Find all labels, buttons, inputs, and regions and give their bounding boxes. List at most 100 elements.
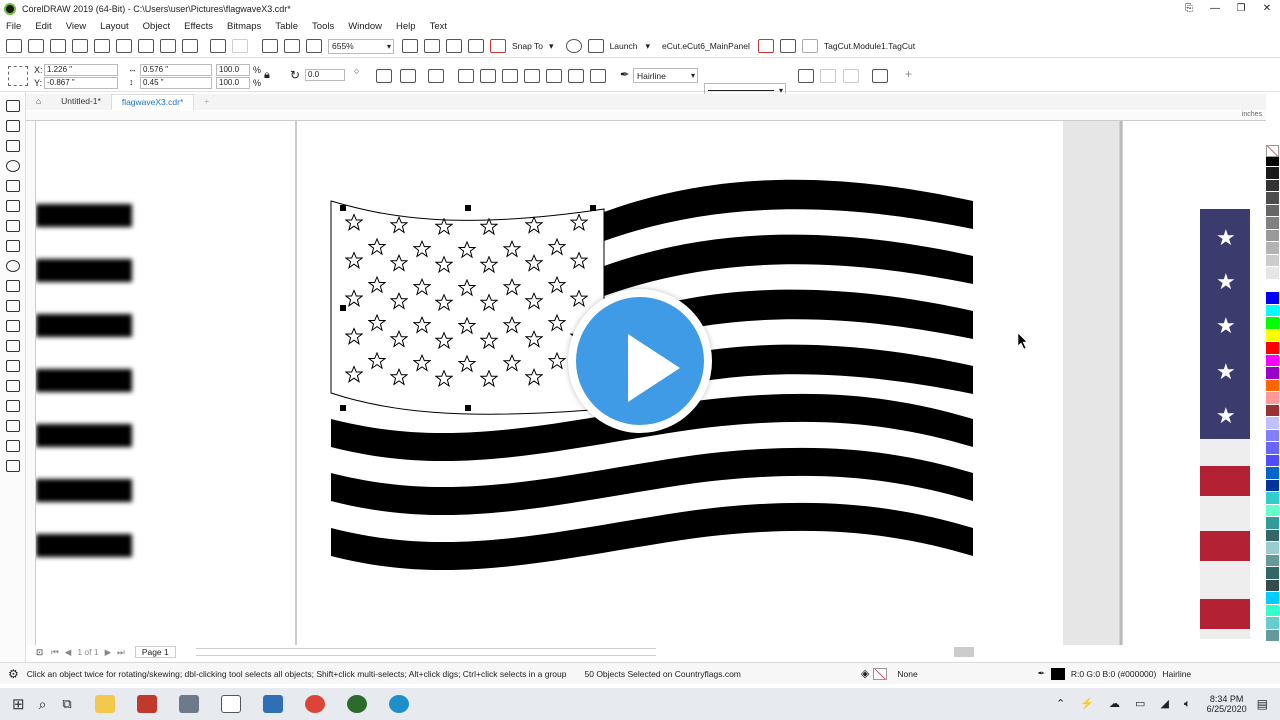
- palette-swatch[interactable]: [1266, 167, 1279, 180]
- palette-swatch[interactable]: [1266, 304, 1279, 317]
- text-tool-icon[interactable]: [5, 300, 20, 312]
- blend-tool-icon[interactable]: [5, 360, 20, 372]
- palette-swatch[interactable]: [1266, 454, 1279, 467]
- cloud-upload-icon[interactable]: [94, 39, 110, 53]
- status-gear-icon[interactable]: ⚙: [8, 667, 19, 681]
- palette-swatch[interactable]: [1266, 504, 1279, 517]
- palette-swatch[interactable]: [1266, 567, 1279, 580]
- zoom-level-select[interactable]: 655%: [328, 38, 394, 54]
- launch-label[interactable]: Launch: [610, 41, 638, 51]
- polygon-tool-icon[interactable]: [5, 280, 20, 292]
- print-icon[interactable]: [116, 39, 132, 53]
- scale-width-input[interactable]: 100.0: [216, 64, 250, 76]
- palette-swatch[interactable]: [1266, 554, 1279, 567]
- eyedropper-tool-icon[interactable]: [5, 400, 20, 412]
- connector-tool-icon[interactable]: [5, 340, 20, 352]
- tab-untitled-1[interactable]: Untitled-1*: [51, 94, 111, 110]
- mirror-horizontal-icon[interactable]: [376, 69, 392, 83]
- clock[interactable]: 8:34 PM 6/25/2020: [1207, 694, 1247, 714]
- ecut-panel-button[interactable]: eCut.eCut6_MainPanel: [662, 41, 750, 51]
- palette-swatch[interactable]: [1266, 417, 1279, 430]
- minimize-button[interactable]: —: [1202, 0, 1228, 18]
- snap-dropdown-icon[interactable]: ▾: [549, 41, 554, 52]
- windows-start-icon[interactable]: ⊞: [12, 695, 25, 713]
- menu-tools[interactable]: Tools: [312, 21, 334, 32]
- palette-swatch[interactable]: [1266, 204, 1279, 217]
- create-boundary-icon[interactable]: [590, 69, 606, 83]
- palette-swatch[interactable]: [1266, 329, 1279, 342]
- menu-text[interactable]: Text: [430, 21, 447, 32]
- palette-swatch[interactable]: [1266, 229, 1279, 242]
- palette-swatch[interactable]: [1266, 517, 1279, 530]
- width-input[interactable]: 0.576 ": [140, 64, 212, 76]
- palette-swatch[interactable]: [1266, 479, 1279, 492]
- last-page-icon[interactable]: ⏭: [117, 647, 125, 658]
- palette-swatch[interactable]: [1266, 279, 1279, 292]
- palette-swatch[interactable]: [1266, 592, 1279, 605]
- palette-swatch[interactable]: [1266, 404, 1279, 417]
- palette-swatch[interactable]: [1266, 542, 1279, 555]
- open-folder-icon[interactable]: [28, 39, 44, 53]
- menu-help[interactable]: Help: [396, 21, 416, 32]
- mirror-vertical-icon[interactable]: [400, 69, 416, 83]
- horizontal-scroll-thumb[interactable]: [954, 647, 974, 657]
- outline-width-select[interactable]: Hairline: [633, 68, 698, 83]
- system-tray-icons[interactable]: ⌃ ⚡ ☁ ▭ ◢ 🔈︎: [1056, 697, 1197, 711]
- app-cloud-icon[interactable]: [178, 695, 199, 713]
- tagcut-button[interactable]: TagCut.Module1.TagCut: [824, 41, 915, 51]
- palette-swatch[interactable]: [1266, 579, 1279, 592]
- video-play-button[interactable]: [568, 289, 712, 433]
- zoom-tool-icon[interactable]: [5, 160, 20, 172]
- horizontal-ruler[interactable]: inches: [26, 111, 1266, 121]
- palette-swatch[interactable]: [1266, 254, 1279, 267]
- app-s-icon[interactable]: [136, 695, 157, 713]
- app-blue-icon[interactable]: [262, 695, 283, 713]
- search-icon[interactable]: ⌕: [39, 696, 47, 713]
- save-icon[interactable]: [50, 39, 66, 53]
- interactive-fill-tool-icon[interactable]: [5, 420, 20, 432]
- palette-swatch[interactable]: [1266, 242, 1279, 255]
- menu-layout[interactable]: Layout: [100, 21, 129, 32]
- full-screen-icon[interactable]: [424, 39, 440, 53]
- bezier-tool-icon[interactable]: [5, 220, 20, 232]
- maximize-button[interactable]: ❐: [1228, 0, 1254, 18]
- palette-swatch[interactable]: [1266, 179, 1279, 192]
- wrap-text-icon[interactable]: [798, 69, 814, 83]
- show-guides-icon[interactable]: [468, 39, 484, 53]
- cloud-download-icon[interactable]: [72, 39, 88, 53]
- menu-object[interactable]: Object: [143, 21, 170, 32]
- simplify-icon[interactable]: [524, 69, 540, 83]
- table-icon[interactable]: [779, 39, 796, 53]
- task-view-icon[interactable]: ⧉: [62, 696, 71, 712]
- import-icon[interactable]: [262, 39, 278, 53]
- palette-swatch[interactable]: [1266, 354, 1279, 367]
- x-position-input[interactable]: 1.226 ": [44, 64, 118, 76]
- crop-tool-icon[interactable]: [5, 140, 20, 152]
- convert-to-curves-icon[interactable]: [820, 69, 836, 83]
- export-icon[interactable]: [284, 39, 300, 53]
- smart-fill-tool-icon[interactable]: [5, 440, 20, 452]
- back-minus-front-icon[interactable]: [568, 69, 584, 83]
- freehand-tool-icon[interactable]: [5, 180, 20, 192]
- pick-tool-icon[interactable]: [5, 100, 20, 112]
- prev-page-icon[interactable]: ◀: [65, 647, 72, 658]
- next-page-icon[interactable]: ▶: [105, 647, 112, 658]
- ellipse-tool-icon[interactable]: [5, 260, 20, 272]
- palette-swatch[interactable]: [1266, 192, 1279, 205]
- menu-file[interactable]: File: [6, 21, 21, 32]
- palette-swatch[interactable]: [1266, 379, 1279, 392]
- reference-point-icon[interactable]: [8, 66, 28, 86]
- no-color-swatch[interactable]: [1266, 145, 1279, 157]
- add-toolbar-icon[interactable]: +: [905, 67, 912, 81]
- palette-swatch[interactable]: [1266, 342, 1279, 355]
- trim-icon[interactable]: [480, 69, 496, 83]
- macro-module-icon[interactable]: [801, 39, 818, 53]
- rectangle-tool-icon[interactable]: [5, 240, 20, 252]
- palette-swatch[interactable]: [1266, 392, 1279, 405]
- home-tab-icon[interactable]: ⌂: [26, 94, 51, 110]
- undo-icon[interactable]: [210, 39, 226, 53]
- rotation-input[interactable]: 0.0: [305, 69, 345, 81]
- horizontal-scrollbar[interactable]: [195, 648, 656, 656]
- chrome-icon[interactable]: [304, 695, 325, 713]
- menu-view[interactable]: View: [66, 21, 86, 32]
